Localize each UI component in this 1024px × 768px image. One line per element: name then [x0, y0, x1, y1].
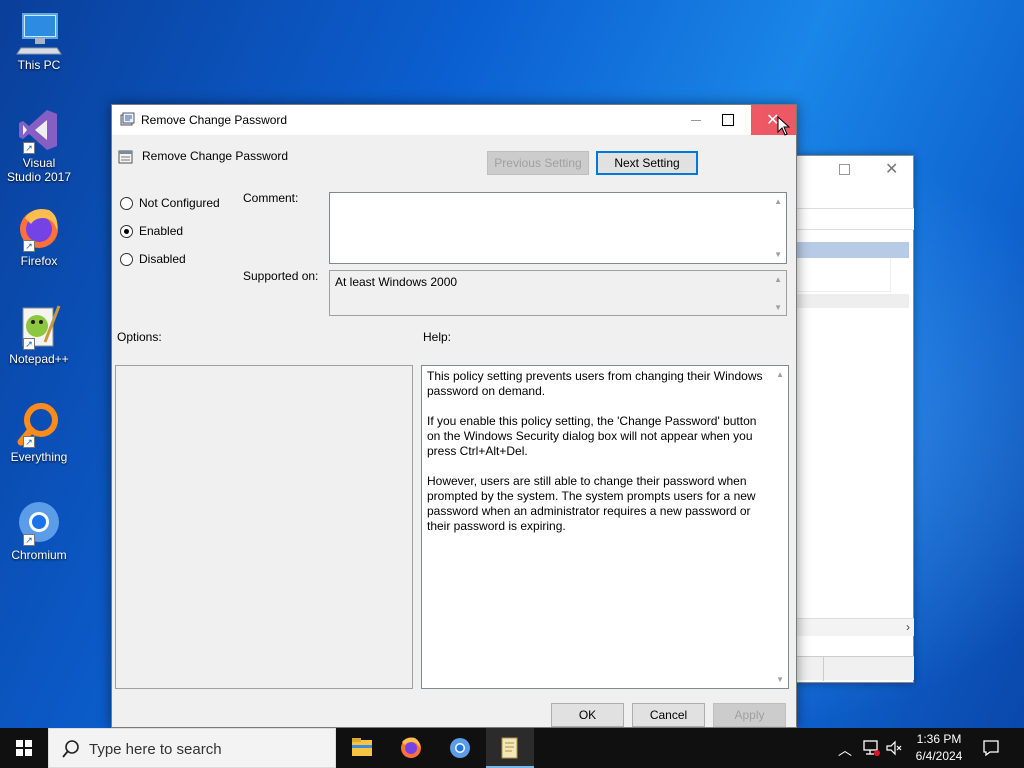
- selected-row[interactable]: [797, 242, 909, 258]
- notification-icon[interactable]: [982, 739, 1000, 760]
- help-paragraph: If you enable this policy setting, the '…: [427, 414, 757, 458]
- help-panel[interactable]: This policy setting prevents users from …: [421, 365, 789, 689]
- scroll-right-icon[interactable]: ›: [906, 620, 910, 634]
- network-icon[interactable]: [862, 740, 880, 759]
- clock-time: 1:36 PM: [916, 732, 962, 746]
- desktop-icon-firefox[interactable]: ↗ Firefox: [4, 204, 74, 268]
- policy-editor-icon: [501, 737, 518, 759]
- desktop-icon-label: Chromium: [11, 548, 67, 562]
- shortcut-arrow-icon: ↗: [23, 142, 35, 154]
- scroll-up-icon[interactable]: ▲: [774, 275, 782, 284]
- scroll-down-icon[interactable]: ▼: [776, 675, 784, 684]
- help-paragraph: This policy setting prevents users from …: [427, 369, 763, 398]
- help-text: This policy setting prevents users from …: [427, 369, 763, 549]
- search-icon: [61, 739, 81, 759]
- help-paragraph: However, users are still able to change …: [427, 474, 756, 533]
- window-title: Remove Change Password: [141, 113, 288, 127]
- taskbar: Type here to search ︿ 1:36 PM 6/4/2024: [0, 728, 1024, 768]
- policy-icon: [120, 112, 136, 128]
- taskbar-file-explorer[interactable]: [338, 728, 386, 768]
- next-setting-button[interactable]: Next Setting: [596, 151, 698, 175]
- desktop-icon-this-pc[interactable]: This PC: [4, 8, 74, 72]
- ok-button[interactable]: OK: [551, 703, 624, 727]
- background-window[interactable]: ✕ ›: [796, 155, 914, 683]
- desktop-icon-chromium[interactable]: ↗ Chromium: [4, 498, 74, 562]
- start-button[interactable]: [0, 728, 48, 768]
- shortcut-arrow-icon: ↗: [23, 436, 35, 448]
- chromium-icon: [450, 738, 470, 758]
- desktop-icon-label: This PC: [17, 58, 61, 72]
- windows-logo-icon: [16, 740, 32, 756]
- taskbar-search-box[interactable]: Type here to search: [48, 728, 336, 768]
- background-window-toolbar: [797, 208, 914, 230]
- everything-search-icon: ↗: [15, 400, 63, 448]
- desktop-icon-label: Visual Studio 2017: [6, 156, 72, 184]
- clock-date: 6/4/2024: [915, 749, 963, 763]
- scroll-down-icon[interactable]: ▼: [774, 303, 782, 312]
- radio-circle[interactable]: [120, 253, 133, 266]
- apply-button[interactable]: Apply: [713, 703, 786, 727]
- setting-icon: [118, 149, 134, 165]
- desktop-icon-label: Notepad++: [9, 352, 69, 366]
- supported-on-field: At least Windows 2000 ▲ ▼: [329, 270, 787, 316]
- horizontal-scrollbar[interactable]: ›: [797, 618, 914, 636]
- desktop-icon-label: Everything: [10, 450, 68, 464]
- list-row[interactable]: [797, 294, 909, 308]
- status-divider: [823, 657, 824, 681]
- taskbar-chromium[interactable]: [436, 728, 484, 768]
- shortcut-arrow-icon: ↗: [23, 534, 35, 546]
- policy-setting-dialog[interactable]: Remove Change Password ✕ Remove Change P…: [111, 104, 797, 728]
- computer-icon: [15, 8, 63, 56]
- desktop-icon-visual-studio[interactable]: ↗ Visual Studio 2017: [4, 106, 74, 184]
- supported-on-label: Supported on:: [243, 269, 319, 283]
- cancel-button[interactable]: Cancel: [632, 703, 705, 727]
- desktop-icon-label: Firefox: [20, 254, 58, 268]
- folder-icon: [352, 738, 372, 756]
- chromium-icon: ↗: [15, 498, 63, 546]
- search-placeholder: Type here to search: [89, 741, 222, 758]
- firefox-icon: [401, 737, 421, 758]
- close-icon[interactable]: ✕: [885, 159, 898, 179]
- radio-label: Not Configured: [139, 196, 220, 210]
- firefox-icon: ↗: [15, 204, 63, 252]
- scroll-up-icon[interactable]: ▲: [774, 197, 782, 206]
- radio-label: Disabled: [139, 252, 186, 266]
- volume-muted-icon[interactable]: [885, 740, 903, 759]
- setting-title: Remove Change Password: [142, 149, 289, 163]
- taskbar-firefox[interactable]: [387, 728, 435, 768]
- visual-studio-icon: ↗: [15, 106, 63, 154]
- radio-circle[interactable]: [120, 225, 133, 238]
- maximize-icon[interactable]: [839, 164, 850, 175]
- scroll-down-icon[interactable]: ▼: [774, 250, 782, 259]
- desktop-icon-everything[interactable]: ↗ Everything: [4, 400, 74, 464]
- options-label: Options:: [117, 330, 162, 344]
- radio-circle[interactable]: [120, 197, 133, 210]
- shortcut-arrow-icon: ↗: [23, 240, 35, 252]
- comment-textarea[interactable]: ▲ ▼: [329, 192, 787, 264]
- notepadpp-icon: ↗: [15, 302, 63, 350]
- radio-label: Enabled: [139, 224, 184, 238]
- mouse-cursor-icon: [777, 115, 791, 136]
- status-bar: [797, 656, 914, 681]
- maximize-button[interactable]: [710, 105, 756, 135]
- dialog-titlebar[interactable]: Remove Change Password ✕: [112, 105, 796, 135]
- clock[interactable]: 1:36 PM 6/4/2024: [910, 732, 968, 763]
- desktop-icon-notepadpp[interactable]: ↗ Notepad++: [4, 302, 74, 366]
- options-panel: [115, 365, 413, 689]
- previous-setting-button[interactable]: Previous Setting: [487, 151, 589, 175]
- chevron-up-icon[interactable]: ︿: [838, 740, 852, 760]
- background-window-titlebar[interactable]: ✕: [797, 156, 913, 186]
- supported-on-value: At least Windows 2000: [335, 275, 458, 289]
- scroll-up-icon[interactable]: ▲: [776, 370, 784, 379]
- comment-label: Comment:: [243, 191, 299, 205]
- taskbar-group-policy-editor[interactable]: [486, 728, 534, 768]
- help-label: Help:: [423, 330, 452, 344]
- shortcut-arrow-icon: ↗: [23, 338, 35, 350]
- list-row[interactable]: [797, 258, 891, 292]
